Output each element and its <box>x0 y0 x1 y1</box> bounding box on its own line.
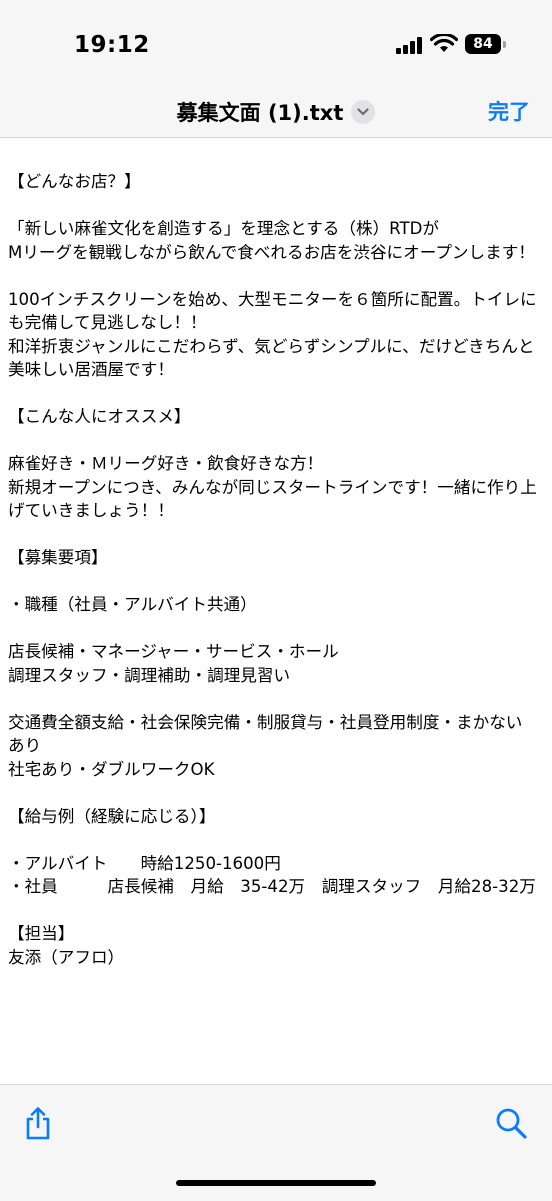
battery-tip <box>503 41 506 48</box>
battery-icon: 84 <box>465 34 501 54</box>
share-icon[interactable] <box>22 1106 54 1140</box>
navigation-bar: 募集文面 (1).txt 完了 <box>0 80 552 138</box>
cellular-signal-icon <box>396 36 426 54</box>
document-title-area[interactable]: 募集文面 (1).txt <box>0 97 552 127</box>
wifi-icon <box>430 34 458 52</box>
document-text: 【どんなお店？】 「新しい麻雀文化を創造する」を理念とする（株）RTDが Mリー… <box>8 172 537 967</box>
status-time: 19:12 <box>74 32 150 58</box>
status-bar: 19:12 84 <box>0 0 552 80</box>
search-icon[interactable] <box>495 1106 527 1140</box>
home-indicator <box>176 1180 376 1186</box>
document-title: 募集文面 (1).txt <box>176 101 344 125</box>
done-button[interactable]: 完了 <box>488 96 530 126</box>
chevron-down-icon[interactable] <box>351 100 376 124</box>
